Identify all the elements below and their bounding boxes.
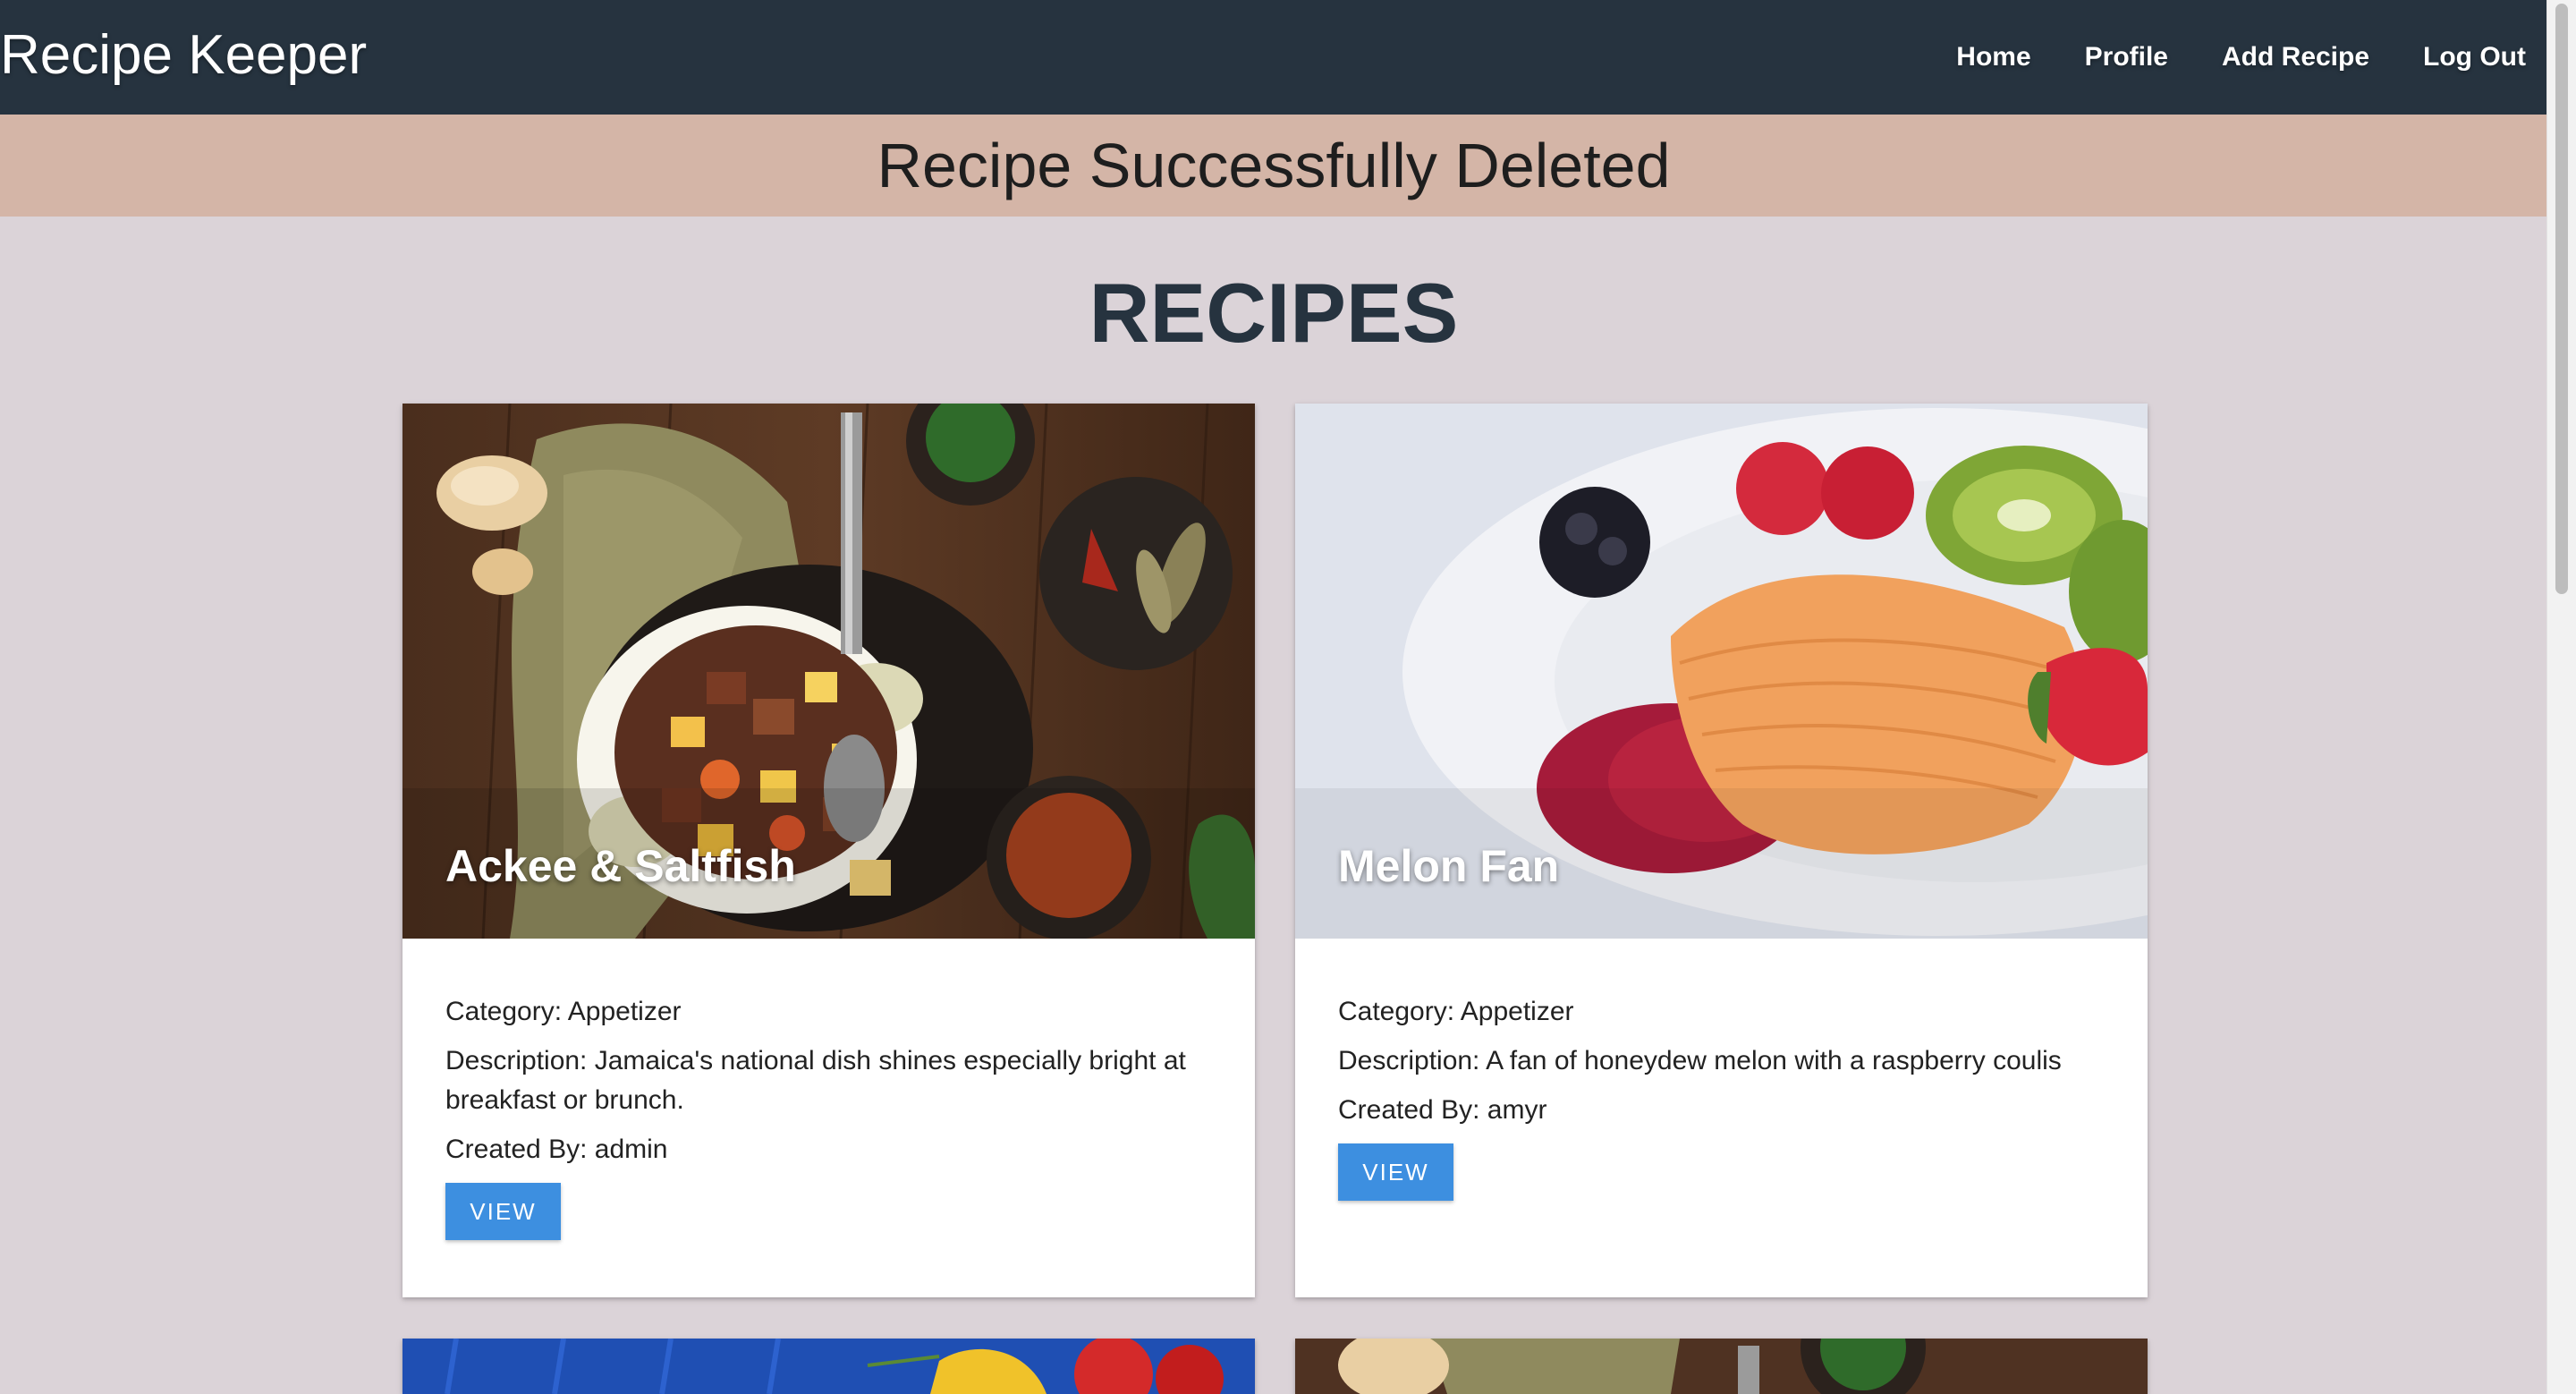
recipe-category: Category: Appetizer	[445, 992, 1212, 1032]
nav-profile-link[interactable]: Profile	[2085, 42, 2168, 72]
recipe-card: Melon Fan Category: Appetizer Descriptio…	[1295, 404, 2148, 1297]
recipe-card-partial	[1295, 1339, 2148, 1394]
page-title: RECIPES	[1089, 266, 1459, 360]
scrollbar-thumb[interactable]	[2555, 4, 2568, 594]
view-recipe-button[interactable]: VIEW	[445, 1183, 561, 1240]
card-content: Category: Appetizer Description: Jamaica…	[402, 939, 1255, 1240]
created-by-label: Created By:	[445, 1135, 588, 1164]
vegetables-photo	[402, 1339, 1255, 1394]
recipe-created-by: Created By: amyr	[1338, 1091, 2105, 1130]
brand-logo[interactable]: Recipe Keeper	[0, 20, 367, 91]
vertical-scrollbar[interactable]	[2546, 0, 2576, 1394]
recipe-image: Ackee & Saltfish	[402, 404, 1255, 939]
recipe-card-partial	[402, 1339, 1255, 1394]
stew-photo-partial	[1295, 1339, 2148, 1394]
nav-home-link[interactable]: Home	[1956, 42, 2030, 72]
category-value: Appetizer	[567, 997, 682, 1026]
recipe-description: Description: Jamaica's national dish shi…	[445, 1041, 1212, 1120]
created-by-value: admin	[594, 1135, 668, 1164]
category-label: Category:	[445, 997, 563, 1026]
navbar: Recipe Keeper Home Profile Add Recipe Lo…	[0, 0, 2547, 115]
description-value: A fan of honeydew melon with a raspberry…	[1486, 1046, 2062, 1075]
recipe-description: Description: A fan of honeydew melon wit…	[1338, 1041, 2105, 1081]
description-label: Description:	[445, 1046, 588, 1075]
nav-logout-link[interactable]: Log Out	[2423, 42, 2526, 72]
nav-add-recipe-link[interactable]: Add Recipe	[2222, 42, 2369, 72]
card-content: Category: Appetizer Description: A fan o…	[1295, 939, 2148, 1201]
created-by-label: Created By:	[1338, 1095, 1480, 1125]
category-value: Appetizer	[1460, 997, 1574, 1026]
recipe-title: Melon Fan	[1338, 841, 1560, 891]
category-label: Category:	[1338, 997, 1455, 1026]
recipe-category: Category: Appetizer	[1338, 992, 2105, 1032]
recipe-card: Ackee & Saltfish Category: Appetizer Des…	[402, 404, 1255, 1297]
description-label: Description:	[1338, 1046, 1480, 1075]
nav-links: Home Profile Add Recipe Log Out	[1902, 0, 2526, 115]
recipe-created-by: Created By: admin	[445, 1130, 1212, 1169]
created-by-value: amyr	[1487, 1095, 1547, 1125]
recipe-image: Melon Fan	[1295, 404, 2148, 939]
view-recipe-button[interactable]: VIEW	[1338, 1143, 1453, 1201]
recipe-title: Ackee & Saltfish	[445, 841, 796, 891]
flash-message: Recipe Successfully Deleted	[0, 115, 2547, 217]
